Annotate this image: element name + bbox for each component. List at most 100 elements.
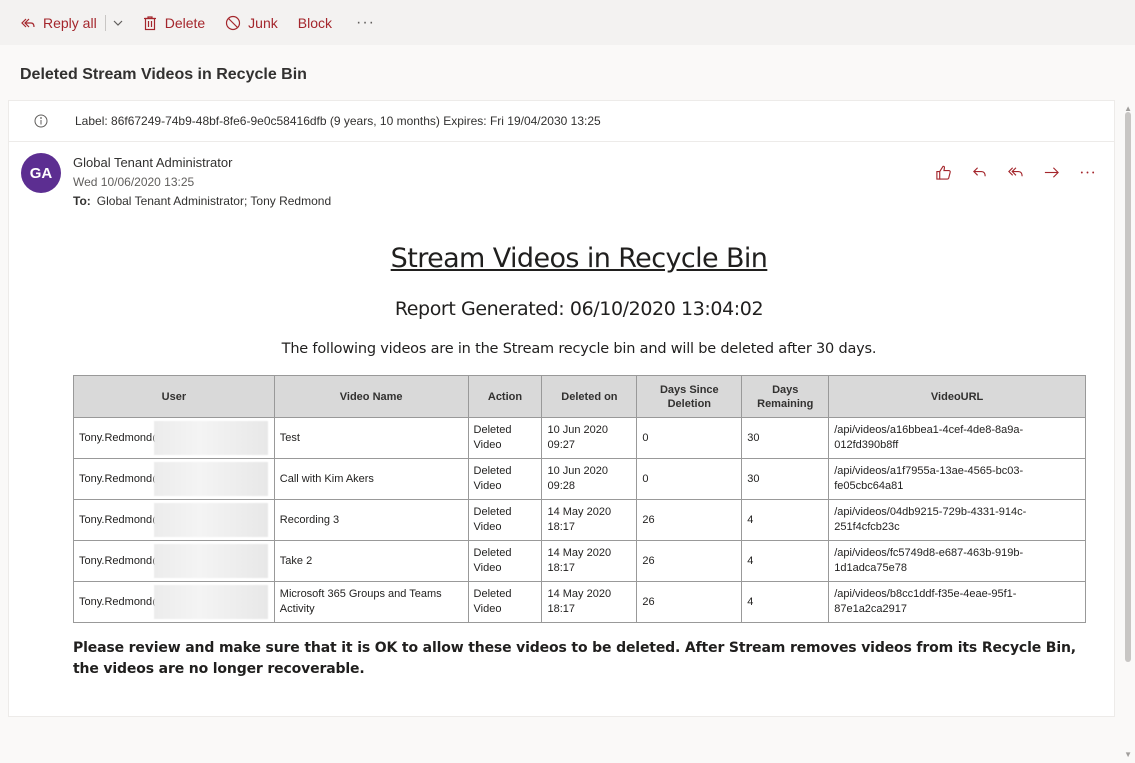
vertical-scrollbar[interactable]	[1125, 112, 1131, 662]
days-remaining-cell: 4	[741, 499, 830, 541]
deleted-on-cell: 14 May 2020 18:17	[541, 499, 638, 541]
thumbs-up-icon	[935, 165, 951, 180]
video-url-cell: /api/videos/a1f7955a-13ae-4565-bc03-fe05…	[828, 458, 1086, 500]
video-url-cell: /api/videos/fc5749d8-e687-463b-919b-1d1a…	[828, 540, 1086, 582]
reply-all-button[interactable]: Reply all	[20, 15, 97, 31]
scroll-down-arrow-icon[interactable]: ▼	[1124, 750, 1132, 759]
sender-name[interactable]: Global Tenant Administrator	[73, 155, 232, 170]
forward-arrow-icon	[1044, 166, 1059, 178]
user-value: Tony.Redmond@	[79, 513, 164, 526]
video-url-cell: /api/videos/a16bbea1-4cef-4de8-8a9a-012f…	[828, 417, 1086, 459]
report-generated: Report Generated: 06/10/2020 13:04:02	[394, 298, 764, 320]
user-cell: Tony.Redmond@	[73, 581, 275, 623]
column-header: Days Since Deletion	[636, 375, 743, 418]
deleted-on-cell: 10 Jun 2020 09:28	[541, 458, 638, 500]
table-row: Tony.Redmond@ Call with Kim Akers Delete…	[73, 458, 1086, 500]
reply-all-label: Reply all	[43, 14, 97, 31]
video-name-cell: Take 2	[273, 540, 469, 582]
user-value: Tony.Redmond@	[79, 431, 164, 444]
junk-button[interactable]: Junk	[225, 15, 278, 31]
more-actions-button[interactable]	[1078, 163, 1096, 181]
table-row: Tony.Redmond@ Test Deleted Video 10 Jun …	[73, 417, 1086, 459]
sent-date: Wed 10/06/2020 13:25	[73, 175, 195, 189]
action-cell: Deleted Video	[467, 581, 543, 623]
reply-all-icon	[1007, 166, 1023, 176]
video-name-cell: Test	[273, 417, 469, 459]
video-name-cell: Recording 3	[273, 499, 469, 541]
user-cell: Tony.Redmond@	[73, 499, 275, 541]
action-cell: Deleted Video	[467, 458, 543, 500]
chevron-down-icon	[113, 20, 123, 26]
redacted-blur	[154, 585, 268, 619]
action-cell: Deleted Video	[467, 540, 543, 582]
days-since-cell: 26	[636, 581, 743, 623]
days-since-cell: 26	[636, 499, 743, 541]
retention-label-text: Label: 86f67249-74b9-48bf-8fe6-9e0c58416…	[75, 114, 601, 128]
review-note: Please review and make sure that it is O…	[73, 640, 1076, 677]
forward-button[interactable]	[1042, 163, 1060, 181]
redacted-blur	[154, 462, 268, 496]
junk-label: Junk	[248, 14, 278, 31]
delete-label: Delete	[164, 14, 206, 31]
reply-all-message-button[interactable]	[1006, 163, 1024, 181]
user-value: Tony.Redmond@	[79, 472, 164, 485]
action-cell: Deleted Video	[467, 499, 543, 541]
ellipsis-icon	[1080, 171, 1094, 173]
trash-icon	[143, 15, 156, 30]
reply-options-dropdown[interactable]	[112, 17, 124, 29]
reply-all-icon	[21, 18, 35, 27]
user-value: Tony.Redmond@	[79, 554, 164, 567]
column-header: Action	[467, 375, 543, 418]
action-cell: Deleted Video	[467, 417, 543, 459]
retention-label-bar: Label: 86f67249-74b9-48bf-8fe6-9e0c58416…	[9, 101, 1114, 142]
user-value: Tony.Redmond@	[79, 595, 164, 608]
deleted-on-cell: 10 Jun 2020 09:27	[541, 417, 638, 459]
redacted-blur	[154, 421, 268, 455]
toolbar: Reply all Delete Junk Block ···	[0, 0, 1135, 45]
days-remaining-cell: 30	[741, 417, 830, 459]
days-since-cell: 26	[636, 540, 743, 582]
redacted-blur	[154, 503, 268, 537]
reply-icon	[972, 166, 986, 176]
column-header: VideoURL	[828, 375, 1086, 418]
block-label: Block	[297, 14, 332, 31]
video-url-cell: /api/videos/b8cc1ddf-f35e-4eae-95f1-87e1…	[828, 581, 1086, 623]
like-button[interactable]	[934, 163, 952, 181]
report-description: The following videos are in the Stream r…	[281, 341, 877, 357]
recipient-list[interactable]: Global Tenant Administrator; Tony Redmon…	[97, 194, 331, 208]
to-label: To:	[73, 194, 91, 208]
user-cell: Tony.Redmond@	[73, 540, 275, 582]
column-header: User	[73, 375, 275, 418]
video-url-cell: /api/videos/04db9215-729b-4331-914c-251f…	[828, 499, 1086, 541]
block-circle-icon	[226, 15, 241, 30]
days-remaining-cell: 4	[741, 540, 830, 582]
column-header: Days Remaining	[741, 375, 830, 418]
recipients: To: Global Tenant Administrator; Tony Red…	[73, 194, 331, 208]
days-since-cell: 0	[636, 458, 743, 500]
info-icon[interactable]	[34, 114, 48, 128]
table-row: Tony.Redmond@ Microsoft 365 Groups and T…	[73, 581, 1086, 623]
table-row: Tony.Redmond@ Take 2 Deleted Video 14 Ma…	[73, 540, 1086, 582]
message-card: Label: 86f67249-74b9-48bf-8fe6-9e0c58416…	[8, 100, 1115, 717]
user-cell: Tony.Redmond@	[73, 458, 275, 500]
deleted-on-cell: 14 May 2020 18:17	[541, 540, 638, 582]
email-subject: Deleted Stream Videos in Recycle Bin	[20, 66, 307, 83]
column-header: Deleted on	[541, 375, 638, 418]
message-actions	[934, 163, 1096, 181]
toolbar-divider	[104, 14, 106, 31]
redacted-blur	[154, 544, 268, 578]
report-title: Stream Videos in Recycle Bin	[390, 243, 768, 274]
delete-button[interactable]: Delete	[142, 15, 205, 31]
avatar[interactable]: GA	[21, 153, 61, 193]
user-cell: Tony.Redmond@	[73, 417, 275, 459]
table-row: Tony.Redmond@ Recording 3 Deleted Video …	[73, 499, 1086, 541]
videos-table: User Video Name Action Deleted on Days S…	[73, 375, 1086, 623]
column-header: Video Name	[273, 375, 469, 418]
block-button[interactable]: Block	[298, 15, 332, 31]
reply-button[interactable]	[970, 163, 988, 181]
more-options-icon[interactable]: ···	[356, 14, 375, 32]
days-remaining-cell: 30	[741, 458, 830, 500]
video-name-cell: Call with Kim Akers	[273, 458, 469, 500]
days-since-cell: 0	[636, 417, 743, 459]
video-name-cell: Microsoft 365 Groups and Teams Activity	[273, 581, 469, 623]
